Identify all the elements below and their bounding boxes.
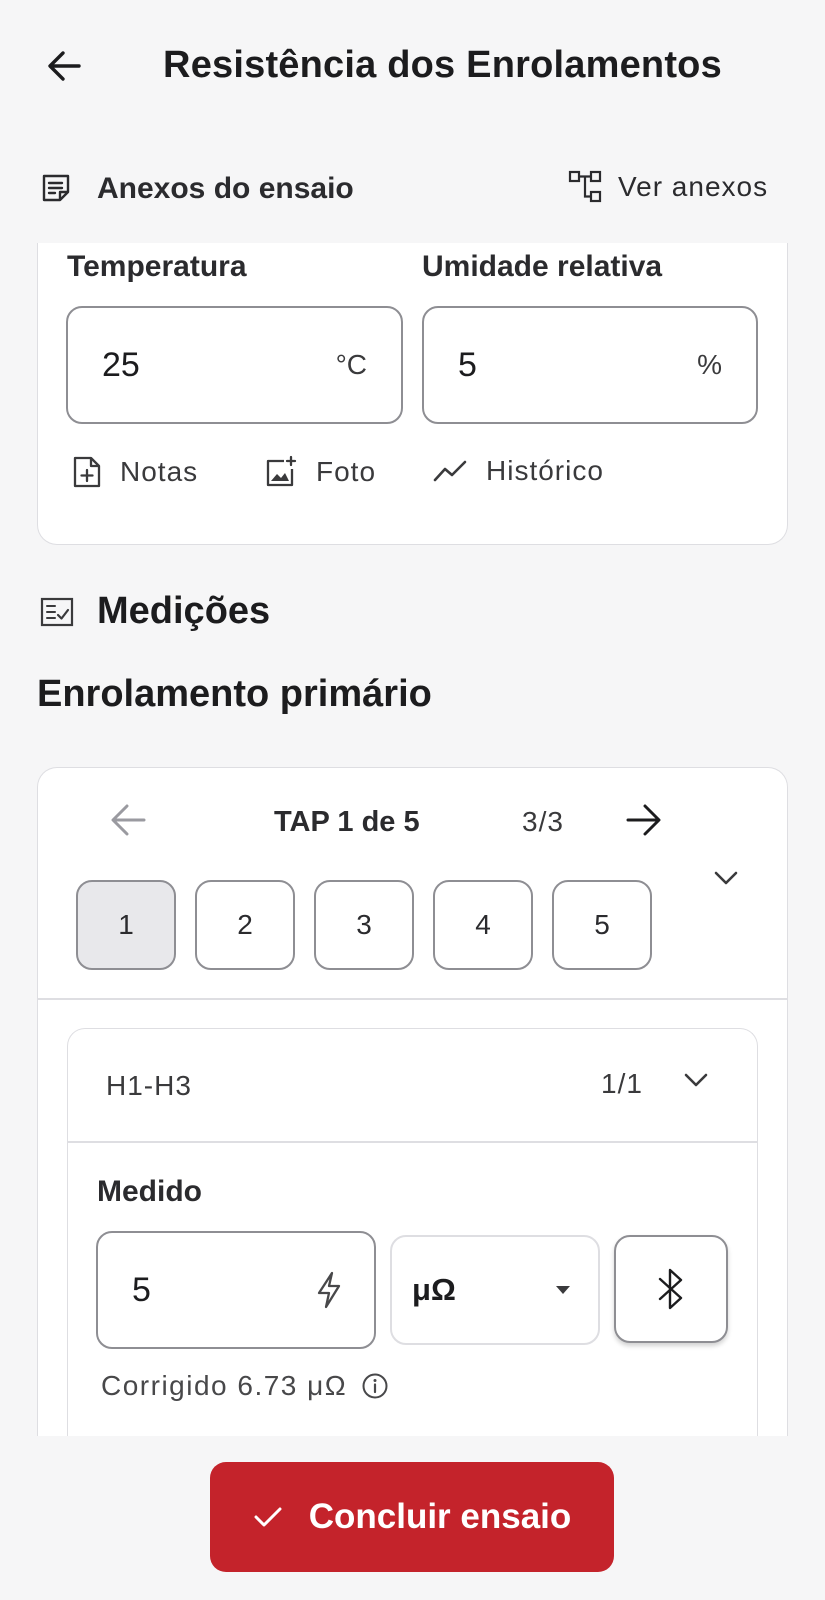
- info-icon[interactable]: [361, 1372, 389, 1400]
- bluetooth-button[interactable]: [614, 1235, 728, 1343]
- humidity-unit: %: [697, 349, 722, 380]
- measured-value: 5: [132, 1270, 151, 1309]
- unit-select-value: μΩ: [412, 1272, 456, 1307]
- tap-chip-5[interactable]: 5: [552, 880, 652, 970]
- history-button[interactable]: Histórico: [432, 455, 604, 487]
- view-attachments-label: Ver anexos: [618, 171, 769, 202]
- photo-button[interactable]: Foto: [264, 455, 376, 489]
- bluetooth-icon: [658, 1268, 683, 1310]
- flowchart-icon: [568, 170, 602, 203]
- humidity-value: 5: [458, 345, 477, 384]
- arrow-right-icon: [626, 804, 661, 836]
- notes-button[interactable]: Notas: [72, 455, 198, 489]
- notes-label: Notas: [120, 456, 199, 487]
- add-photo-icon: [266, 455, 297, 487]
- arrow-left-icon: [111, 804, 146, 836]
- tap-next-button[interactable]: [624, 800, 664, 840]
- temperature-unit: °C: [335, 349, 367, 380]
- tap-chip-4[interactable]: 4: [433, 880, 533, 970]
- humidity-label: Umidade relativa: [422, 250, 663, 283]
- temperature-label: Temperatura: [67, 250, 247, 283]
- history-label: Histórico: [486, 455, 604, 486]
- conclude-test-button[interactable]: Concluir ensaio: [210, 1462, 614, 1572]
- tap-label: TAP 1 de 5: [274, 806, 420, 838]
- divider: [68, 1141, 757, 1143]
- corrected-value: Corrigido 6.73 μΩ: [101, 1370, 389, 1402]
- measurements-title: Medições: [97, 590, 271, 632]
- attachments-label: Anexos do ensaio: [97, 172, 354, 205]
- phase-count: 1/1: [601, 1068, 643, 1099]
- chevron-down-icon: [714, 871, 738, 885]
- conclude-test-label: Concluir ensaio: [308, 1497, 572, 1536]
- phase-name: H1-H3: [106, 1070, 192, 1101]
- tap-previous-button[interactable]: [108, 800, 148, 840]
- add-note-icon: [73, 456, 101, 488]
- measured-label: Medido: [97, 1175, 202, 1208]
- view-attachments-button[interactable]: Ver anexos: [568, 170, 768, 204]
- checklist-icon: [40, 597, 74, 627]
- humidity-input[interactable]: 5 %: [422, 306, 758, 424]
- tap-count: 3/3: [522, 806, 564, 837]
- measured-input[interactable]: 5: [96, 1231, 376, 1349]
- trend-line-icon: [433, 460, 467, 482]
- photo-label: Foto: [316, 456, 377, 487]
- tap-expand-button[interactable]: [712, 868, 740, 888]
- note-icon: [40, 172, 72, 204]
- temperature-value: 25: [102, 345, 140, 384]
- check-icon: [254, 1507, 282, 1527]
- unit-select[interactable]: μΩ: [390, 1235, 600, 1345]
- corrected-text: Corrigido 6.73 μΩ: [101, 1370, 348, 1401]
- lightning-icon: [317, 1271, 341, 1309]
- page-title: Resistência dos Enrolamentos: [163, 44, 722, 86]
- chevron-down-icon: [682, 1070, 710, 1090]
- temperature-input[interactable]: 25 °C: [66, 306, 403, 424]
- tap-chip-1[interactable]: 1: [76, 880, 176, 970]
- winding-title: Enrolamento primário: [37, 673, 432, 715]
- tap-chip-2[interactable]: 2: [195, 880, 295, 970]
- tap-chip-3[interactable]: 3: [314, 880, 414, 970]
- divider: [38, 998, 787, 1000]
- caret-down-icon: [556, 1286, 570, 1294]
